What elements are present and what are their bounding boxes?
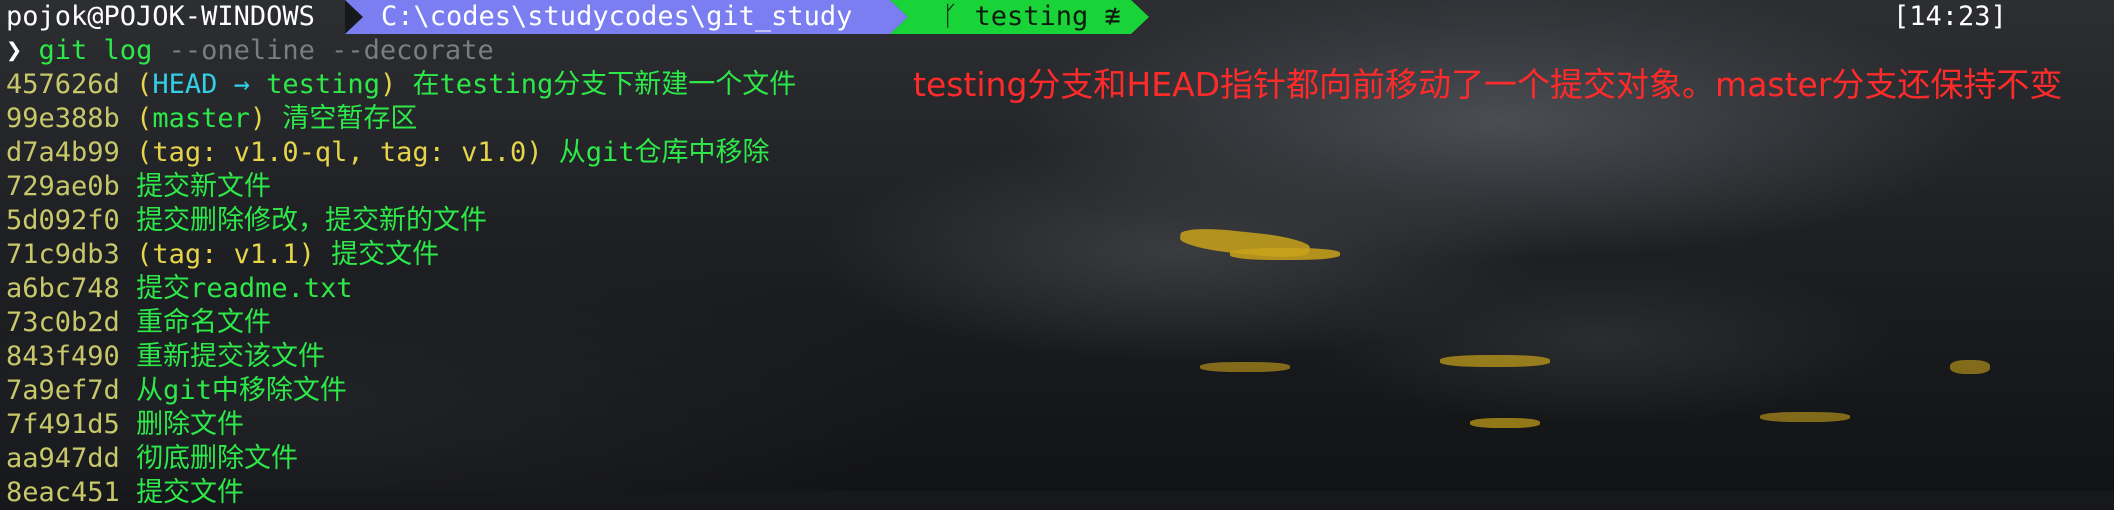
commit-message: 彻底删除文件 bbox=[136, 443, 299, 474]
commit-message: 删除文件 bbox=[136, 409, 245, 440]
clock: [14:23] bbox=[1893, 1, 2007, 32]
git-branch-segment: ᚴ testing ≇ bbox=[890, 0, 1149, 34]
git-branch-icon: ᚴ bbox=[942, 1, 959, 32]
command-line[interactable]: ❯ git log --oneline --decorate bbox=[6, 34, 494, 68]
commit-message: 提交readme.txt bbox=[136, 273, 353, 304]
tag-ref: tag: v1.1 bbox=[152, 239, 299, 270]
commit-hash: 73c0b2d bbox=[6, 307, 120, 338]
tag-ref: tag: v1.0-ql, tag: v1.0 bbox=[152, 137, 527, 168]
command-name: git log bbox=[38, 35, 153, 66]
commit-hash: a6bc748 bbox=[6, 273, 120, 304]
commit-hash: 99e388b bbox=[6, 103, 120, 134]
log-row: 7f491d5 删除文件 bbox=[6, 408, 244, 442]
command-args: --oneline --decorate bbox=[168, 35, 494, 66]
log-row: 73c0b2d 重命名文件 bbox=[6, 306, 271, 340]
log-row: 729ae0b 提交新文件 bbox=[6, 170, 271, 204]
branch-status: ≇ bbox=[1104, 1, 1121, 32]
log-row: aa947dd 彻底删除文件 bbox=[6, 442, 298, 476]
terminal-window[interactable]: pojok@POJOK-WINDOWS C:\codes\studycodes\… bbox=[0, 0, 2114, 508]
commit-hash: 5d092f0 bbox=[6, 205, 120, 236]
commit-message: 提交文件 bbox=[331, 239, 440, 270]
log-row: 457626d (HEAD → testing) 在testing分支下新建一个… bbox=[6, 69, 797, 100]
user-host: pojok@POJOK-WINDOWS bbox=[6, 1, 315, 32]
commit-hash: aa947dd bbox=[6, 443, 120, 474]
head-ref: HEAD bbox=[152, 69, 218, 100]
log-row: d7a4b99 (tag: v1.0-ql, tag: v1.0) 从git仓库… bbox=[6, 137, 770, 168]
commit-message: 提交新文件 bbox=[136, 171, 272, 202]
branch-name: testing bbox=[974, 1, 1089, 32]
log-row: 843f490 重新提交该文件 bbox=[6, 340, 325, 374]
commit-message: 从git中移除文件 bbox=[136, 375, 347, 406]
path-segment: C:\codes\studycodes\git_study bbox=[345, 0, 908, 34]
commit-message: 提交删除修改，提交新的文件 bbox=[136, 205, 488, 236]
log-row: 8eac451 提交文件 bbox=[6, 476, 244, 510]
log-row: 71c9db3 (tag: v1.1) 提交文件 bbox=[6, 239, 440, 270]
commit-hash: d7a4b99 bbox=[6, 137, 120, 168]
commit-hash: 7a9ef7d bbox=[6, 375, 120, 406]
current-path: C:\codes\studycodes\git_study bbox=[381, 1, 853, 32]
commit-message: 在testing分支下新建一个文件 bbox=[412, 69, 797, 100]
log-row: 99e388b (master) 清空暂存区 bbox=[6, 103, 418, 134]
commit-message: 清空暂存区 bbox=[282, 103, 418, 134]
ref-arrow: → bbox=[233, 69, 250, 100]
commit-message: 重新提交该文件 bbox=[136, 341, 326, 372]
commit-hash: 8eac451 bbox=[6, 477, 120, 508]
commit-message: 从git仓库中移除 bbox=[558, 137, 770, 168]
commit-message: 重命名文件 bbox=[136, 307, 272, 338]
commit-hash: 843f490 bbox=[6, 341, 120, 372]
commit-message: 提交文件 bbox=[136, 477, 245, 508]
log-row: 5d092f0 提交删除修改，提交新的文件 bbox=[6, 204, 487, 238]
prompt-symbol-icon: ❯ bbox=[6, 35, 23, 66]
commit-hash: 729ae0b bbox=[6, 171, 120, 202]
commit-hash: 457626d bbox=[6, 69, 120, 100]
branch-ref: master bbox=[152, 103, 250, 134]
log-row: a6bc748 提交readme.txt bbox=[6, 272, 353, 306]
commit-hash: 7f491d5 bbox=[6, 409, 120, 440]
log-row: 7a9ef7d 从git中移除文件 bbox=[6, 374, 347, 408]
annotation-text: testing分支和HEAD指针都向前移动了一个提交对象。master分支还保持… bbox=[913, 65, 2063, 104]
prompt-bar: pojok@POJOK-WINDOWS C:\codes\studycodes\… bbox=[0, 0, 2114, 34]
branch-ref: testing bbox=[266, 69, 380, 100]
commit-hash: 71c9db3 bbox=[6, 239, 120, 270]
